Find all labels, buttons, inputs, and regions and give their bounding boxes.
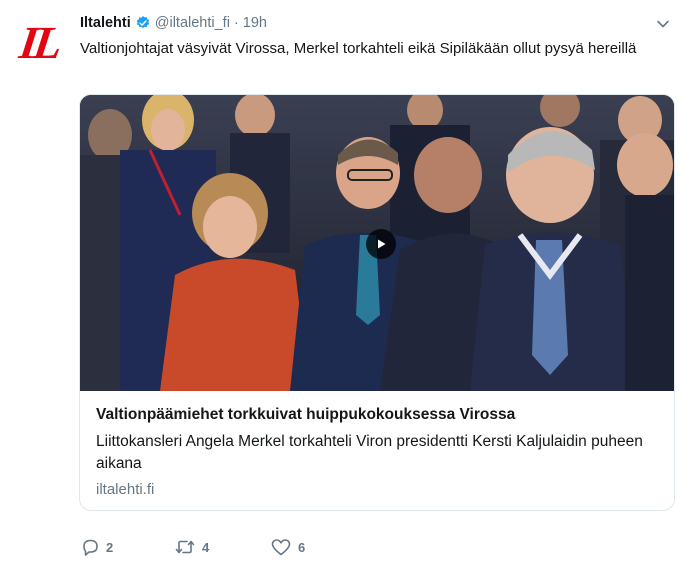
retweet-icon xyxy=(175,540,195,554)
avatar[interactable]: IL xyxy=(14,17,64,68)
account-name[interactable]: Iltalehti xyxy=(80,15,131,31)
like-count: 6 xyxy=(298,539,306,555)
card-domain[interactable]: iltalehti.fi xyxy=(96,481,658,498)
card-description: Liittokansleri Angela Merkel torkahteli … xyxy=(96,433,643,472)
like-button[interactable]: 6 xyxy=(270,537,305,557)
timestamp[interactable]: 19h xyxy=(243,15,267,31)
card-image[interactable] xyxy=(80,95,674,391)
reply-count: 2 xyxy=(106,539,114,555)
tweet-text: Valtionjohtajat väsyivät Virossa, Merkel… xyxy=(80,40,637,57)
play-button[interactable] xyxy=(366,229,396,259)
account-handle[interactable]: @iltalehti_fi xyxy=(155,15,230,31)
retweet-button[interactable]: 4 xyxy=(174,537,270,557)
chevron-down-icon[interactable] xyxy=(653,14,673,34)
like-icon xyxy=(271,539,291,556)
retweet-count: 4 xyxy=(202,539,210,555)
separator-dot: · xyxy=(233,15,239,31)
play-icon xyxy=(378,239,386,249)
card-title[interactable]: Valtionpäämiehet torkkuivat huippukokouk… xyxy=(96,405,658,425)
iltalehti-logo: IL xyxy=(16,17,62,68)
tweet-actions: 2 4 6 xyxy=(80,535,305,559)
card-body: Valtionpäämiehet torkkuivat huippukokouk… xyxy=(80,391,674,498)
verified-icon xyxy=(135,15,151,31)
reply-button[interactable]: 2 xyxy=(80,537,174,557)
tweet-header: Iltalehti @iltalehti_fi · 19h xyxy=(80,13,267,33)
link-card[interactable]: Valtionpäämiehet torkkuivat huippukokouk… xyxy=(79,94,675,511)
reply-icon xyxy=(83,539,98,556)
